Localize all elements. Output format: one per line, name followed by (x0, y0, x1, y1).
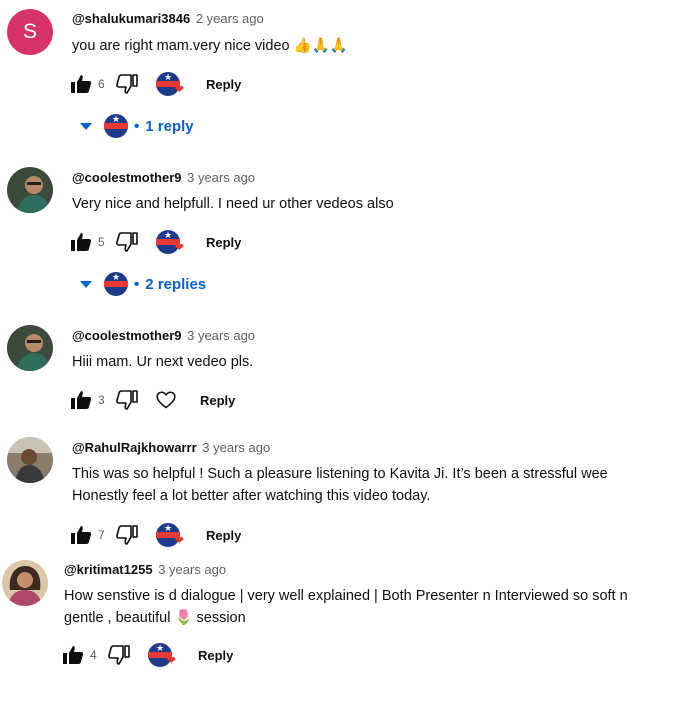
chevron-down-icon (80, 118, 92, 135)
comment-text-line: Very nice and helpfull. I need ur other … (72, 196, 394, 212)
thumbs-up-icon[interactable] (70, 74, 92, 94)
heart-icon: ❤ (174, 84, 184, 96)
creator-heart-badge: ★ ❤ (156, 523, 184, 547)
reply-button[interactable]: Reply (198, 648, 233, 663)
comment-time[interactable]: 3 years ago (187, 170, 255, 185)
comment-actions: 6 ★ ❤ Reply (70, 72, 241, 96)
comment-actions: 5 ★ ❤ Reply (70, 230, 241, 254)
heart-icon: ❤ (174, 535, 184, 547)
thumbs-down-icon[interactable] (116, 232, 138, 252)
creator-avatar-icon: ★ (104, 114, 128, 138)
thumbs-down-icon[interactable] (116, 390, 138, 410)
like-count: 5 (98, 235, 105, 249)
heart-icon: ❤ (174, 242, 184, 254)
avatar[interactable] (7, 167, 53, 213)
avatar[interactable] (7, 437, 53, 483)
thumbs-down-icon[interactable] (116, 525, 138, 545)
comment-text-line: How senstive is d dialogue | very well e… (64, 588, 628, 604)
comment-actions: 7 ★ ❤ Reply (70, 523, 241, 547)
reply-button[interactable]: Reply (200, 393, 235, 408)
comment-time[interactable]: 3 years ago (187, 328, 255, 343)
comment-header: @shalukumari3846 2 years ago (72, 11, 264, 26)
replies-label: 1 reply (145, 117, 194, 135)
like-count: 4 (90, 648, 97, 662)
comment-text: you are right mam.very nice video 👍🙏🙏 (72, 35, 672, 57)
author-name[interactable]: @coolestmother9 (72, 170, 181, 185)
comment-text-line: you are right mam.very nice video 👍🙏🙏 (72, 38, 348, 54)
comment-actions: 4 ★ ❤ Reply (62, 643, 233, 667)
creator-avatar-icon: ★ (104, 272, 128, 296)
comment-header: @coolestmother9 3 years ago (72, 328, 255, 343)
comment-text-line: Honestly feel a lot better after watchin… (72, 488, 431, 504)
comment-header: @kritimat1255 3 years ago (64, 562, 226, 577)
author-name[interactable]: @RahulRajkhowarrr (72, 440, 197, 455)
separator-dot: • (134, 117, 140, 135)
comment-text-line: Hiii mam. Ur next vedeo pls. (72, 354, 254, 370)
comment-time[interactable]: 2 years ago (196, 11, 264, 26)
thumbs-up-icon[interactable] (70, 232, 92, 252)
creator-heart-badge: ★ ❤ (148, 643, 176, 667)
author-name[interactable]: @coolestmother9 (72, 328, 181, 343)
like-count: 6 (98, 77, 105, 91)
comment-time[interactable]: 3 years ago (158, 562, 226, 577)
comment-time[interactable]: 3 years ago (202, 440, 270, 455)
comment-text-line: This was so helpful ! Such a pleasure li… (72, 466, 608, 482)
comment-text: How senstive is d dialogue | very well e… (64, 585, 676, 629)
author-name[interactable]: @kritimat1255 (64, 562, 153, 577)
view-replies-button[interactable]: ★ • 1 reply (80, 112, 194, 140)
thumbs-down-icon[interactable] (108, 645, 130, 665)
avatar[interactable]: S (7, 9, 53, 55)
reply-button[interactable]: Reply (206, 77, 241, 92)
separator-dot: • (134, 275, 140, 293)
thumbs-up-icon[interactable] (70, 525, 92, 545)
like-count: 7 (98, 528, 105, 542)
comment-text: This was so helpful ! Such a pleasure li… (72, 463, 660, 507)
reply-button[interactable]: Reply (206, 528, 241, 543)
comment-text: Very nice and helpfull. I need ur other … (72, 193, 672, 215)
comment-text-line: gentle , beautiful 🌷 session (64, 610, 246, 626)
author-name[interactable]: @shalukumari3846 (72, 11, 190, 26)
avatar[interactable] (7, 325, 53, 371)
creator-heart-badge: ★ ❤ (156, 230, 184, 254)
thumbs-up-icon[interactable] (70, 390, 92, 410)
comment-text: Hiii mam. Ur next vedeo pls. (72, 351, 672, 373)
heart-outline-icon[interactable] (156, 391, 176, 409)
view-replies-button[interactable]: ★ • 2 replies (80, 270, 206, 298)
creator-heart-badge: ★ ❤ (156, 72, 184, 96)
thumbs-up-icon[interactable] (62, 645, 84, 665)
comment-header: @RahulRajkhowarrr 3 years ago (72, 440, 270, 455)
like-count: 3 (98, 393, 105, 407)
comment-header: @coolestmother9 3 years ago (72, 170, 255, 185)
chevron-down-icon (80, 276, 92, 293)
heart-icon: ❤ (166, 655, 176, 667)
thumbs-down-icon[interactable] (116, 74, 138, 94)
avatar[interactable] (2, 560, 48, 606)
replies-label: 2 replies (145, 275, 207, 293)
comment-actions: 3 Reply (70, 388, 235, 412)
reply-button[interactable]: Reply (206, 235, 241, 250)
